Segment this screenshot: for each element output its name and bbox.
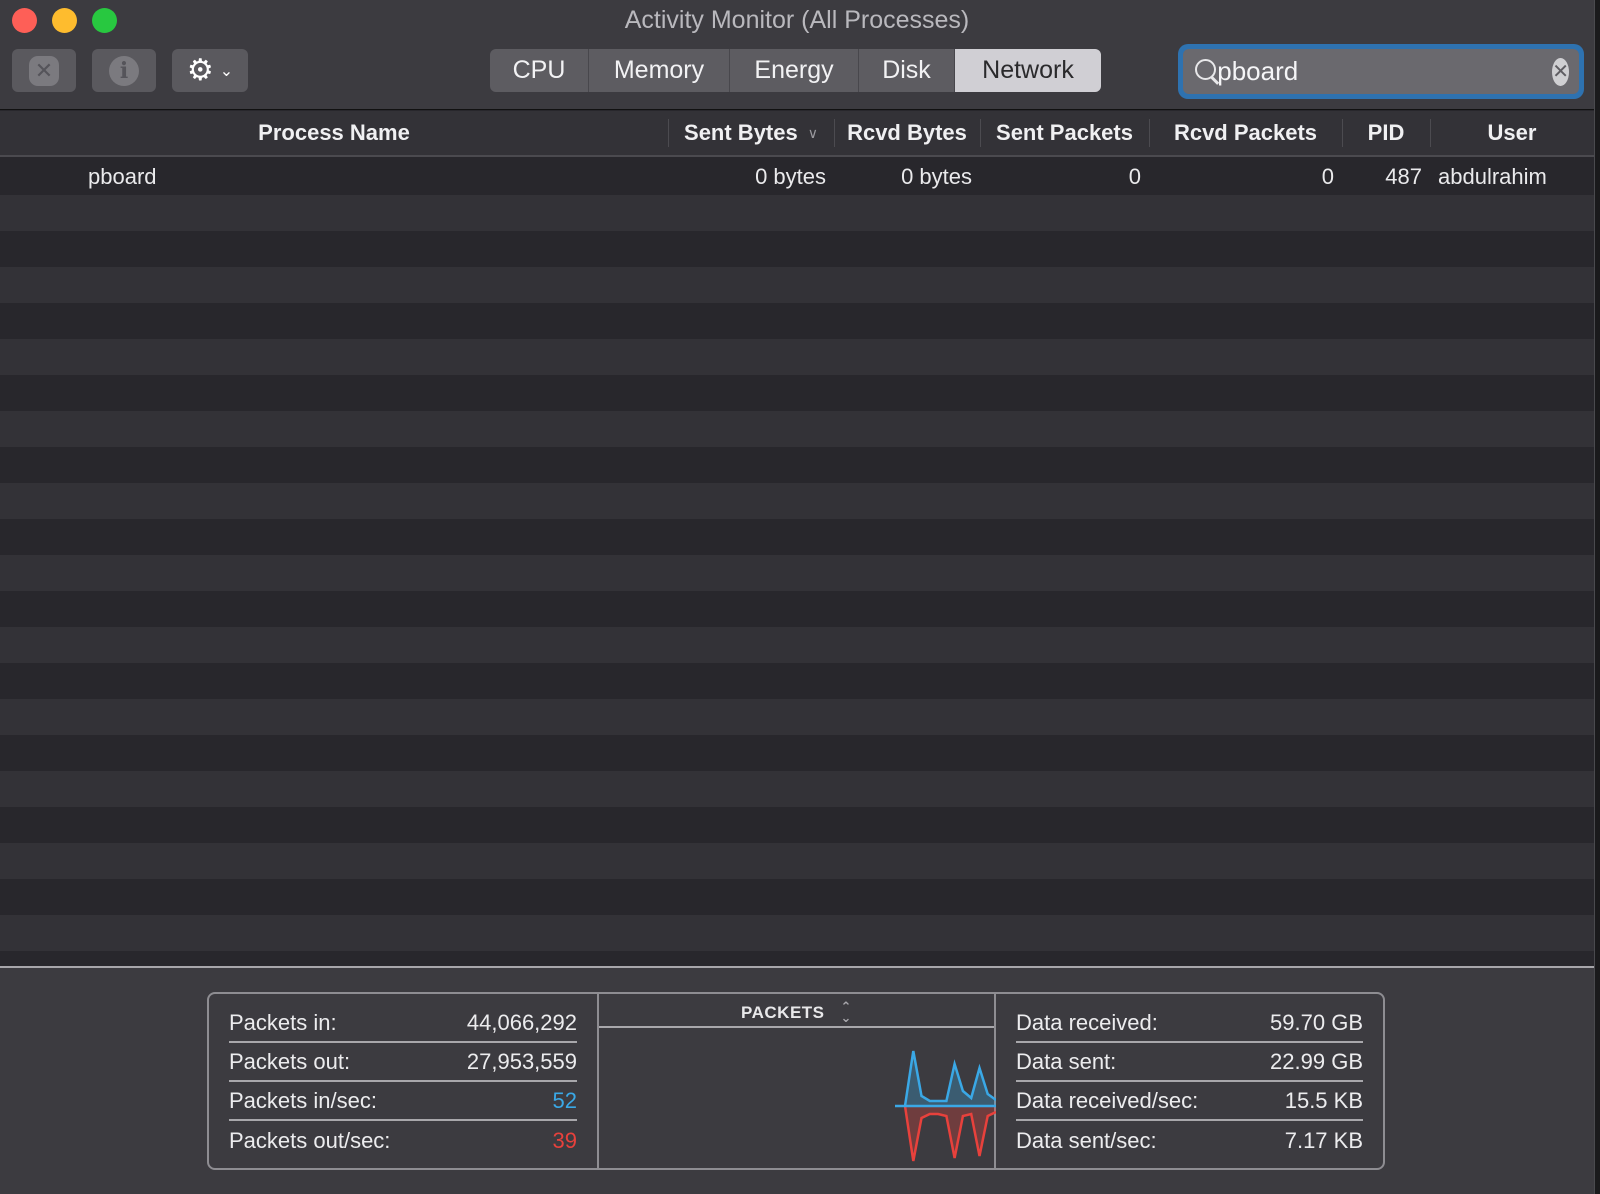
stats-box: Packets in: 44,066,292 Packets out: 27,9… xyxy=(207,992,1385,1170)
stat-packets-in-sec: Packets in/sec: 52 xyxy=(229,1082,577,1121)
tab-network[interactable]: Network xyxy=(955,49,1101,92)
window-title: Activity Monitor (All Processes) xyxy=(624,6,970,34)
packets-stats: Packets in: 44,066,292 Packets out: 27,9… xyxy=(209,994,599,1168)
cell-pid: 487 xyxy=(1385,164,1422,189)
stat-data-received: Data received: 59.70 GB xyxy=(1016,1004,1363,1043)
stop-process-icon: ✕ xyxy=(29,55,59,86)
toolbar: Activity Monitor (All Processes) ✕ i ⚙ ⌄… xyxy=(0,0,1594,110)
stat-data-sent: Data sent: 22.99 GB xyxy=(1016,1043,1363,1082)
table-row[interactable]: pboard 0 bytes 0 bytes 0 0 487 abdulrahi… xyxy=(0,159,1594,195)
column-header-sent-packets[interactable]: Sent Packets xyxy=(980,111,1149,155)
action-menu-button[interactable]: ⚙ ⌄ xyxy=(172,49,248,92)
screen-edge xyxy=(1595,0,1600,1194)
clear-search-button[interactable]: ✕ xyxy=(1552,57,1569,86)
packets-chart: PACKETS ⌃ ⌄ xyxy=(599,994,996,1168)
info-icon: i xyxy=(109,55,139,86)
cell-sent-bytes: 0 bytes xyxy=(755,164,826,189)
stat-packets-out: Packets out: 27,953,559 xyxy=(229,1043,577,1082)
tab-memory[interactable]: Memory xyxy=(589,49,730,92)
column-header-rcvd-bytes[interactable]: Rcvd Bytes xyxy=(834,111,980,155)
gear-icon: ⚙ xyxy=(186,53,214,87)
activity-monitor-window: Activity Monitor (All Processes) ✕ i ⚙ ⌄… xyxy=(0,0,1595,1194)
chevron-down-icon: ⌄ xyxy=(219,62,234,80)
column-header-process-name[interactable]: Process Name xyxy=(0,111,668,155)
process-table: pboard 0 bytes 0 bytes 0 0 487 abdulrahi… xyxy=(0,159,1594,966)
column-header-sent-bytes[interactable]: Sent Bytes ∨ xyxy=(668,111,834,155)
up-down-chevron-icon: ⌃ ⌄ xyxy=(840,999,852,1025)
stop-process-button[interactable]: ✕ xyxy=(12,49,76,92)
stat-packets-in: Packets in: 44,066,292 xyxy=(229,1004,577,1043)
cell-rcvd-bytes: 0 bytes xyxy=(901,164,972,189)
stat-data-received-sec: Data received/sec: 15.5 KB xyxy=(1016,1082,1363,1121)
search-input[interactable] xyxy=(1217,56,1553,87)
column-header-pid[interactable]: PID xyxy=(1342,111,1430,155)
column-header-user[interactable]: User xyxy=(1430,111,1594,155)
cell-sent-packets: 0 xyxy=(1128,164,1141,189)
packets-graph xyxy=(895,1050,996,1162)
sort-descending-icon: ∨ xyxy=(807,124,818,141)
stat-packets-out-sec: Packets out/sec: 39 xyxy=(229,1127,577,1153)
search-icon xyxy=(1193,57,1217,87)
tab-cpu[interactable]: CPU xyxy=(490,49,589,92)
tab-disk[interactable]: Disk xyxy=(859,49,955,92)
tab-energy[interactable]: Energy xyxy=(730,49,859,92)
search-field-focus-ring: ✕ xyxy=(1178,44,1584,99)
cell-rcvd-packets: 0 xyxy=(1321,164,1334,189)
view-tabs: CPU Memory Energy Disk Network xyxy=(490,49,1101,92)
chart-mode-selector[interactable]: PACKETS ⌃ ⌄ xyxy=(599,994,994,1028)
cell-user: abdulrahim xyxy=(1438,164,1547,189)
column-header-rcvd-packets[interactable]: Rcvd Packets xyxy=(1149,111,1342,155)
data-stats: Data received: 59.70 GB Data sent: 22.99… xyxy=(996,994,1383,1168)
inspect-process-button[interactable]: i xyxy=(92,49,156,92)
stat-data-sent-sec: Data sent/sec: 7.17 KB xyxy=(1016,1127,1363,1153)
search-field: ✕ xyxy=(1183,49,1579,94)
chart-title: PACKETS xyxy=(741,1002,825,1022)
network-summary-panel: Packets in: 44,066,292 Packets out: 27,9… xyxy=(0,968,1594,1194)
cell-process-name: pboard xyxy=(88,164,157,189)
table-header: Process Name Sent Bytes ∨ Rcvd Bytes Sent… xyxy=(0,111,1594,157)
